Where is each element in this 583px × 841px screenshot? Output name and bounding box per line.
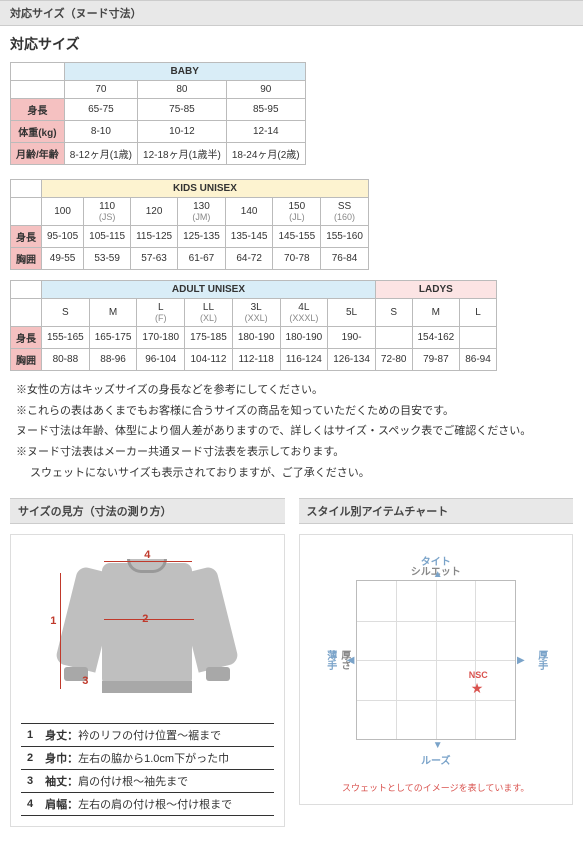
right-column: スタイル別アイテムチャート シルエット タイト ルーズ 厚さ 薄手 厚手 ▲ ▼…	[299, 498, 574, 827]
axis-bottom: ルーズ	[321, 752, 551, 767]
note-line: ※ヌード寸法表はメーカー共通ヌード寸法表を表示しております。	[16, 443, 573, 462]
adult-ladys-table: ADULT UNISEXLADYS S M L(F) LL(XL) 3L(XXL…	[10, 280, 497, 371]
left-column: サイズの見方（寸法の測り方） 1 2 3 4 1身丈：衿のリフの付け位置～裾まで…	[10, 498, 285, 827]
baby-group: BABY	[64, 63, 305, 81]
garment-diagram: 1 2 3 4	[32, 545, 262, 715]
size-section: 対応サイズ BABY 708090 身長65-7575-8585-95 体重(k…	[0, 26, 583, 498]
legend-row: 4肩幅：左右の肩の付け根～付け根まで	[21, 793, 274, 816]
legend-row: 1身丈：衿のリフの付け位置～裾まで	[21, 724, 274, 747]
right-title: スタイル別アイテムチャート	[299, 498, 574, 524]
dim-4: 4	[144, 549, 150, 561]
note-line: ※これらの表はあくまでもお客様に合うサイズの商品を知っていただくための目安です。	[16, 402, 573, 421]
star-icon: ★	[471, 680, 484, 697]
legend-row: 3袖丈：肩の付け根～袖先まで	[21, 770, 274, 793]
kids-group: KIDS UNISEX	[42, 180, 369, 198]
style-chart: シルエット タイト ルーズ 厚さ 薄手 厚手 ▲ ▼ ◀ ▶ NSC ★	[321, 545, 551, 775]
baby-table: BABY 708090 身長65-7575-8585-95 体重(kg)8-10…	[10, 62, 306, 165]
chart-caption: スウェットとしてのイメージを表しています。	[310, 781, 563, 794]
axis-left: 薄手	[323, 650, 338, 670]
axis-top: タイト	[321, 553, 551, 568]
arrow-up-icon: ▲	[433, 569, 443, 580]
measurement-legend: 1身丈：衿のリフの付け位置～裾まで 2身巾：左右の脇から1.0cm下がった巾 3…	[21, 723, 274, 816]
page-header-title: 対応サイズ（ヌード寸法）	[10, 8, 142, 20]
arrow-right-icon: ▶	[517, 655, 525, 666]
arrow-left-icon: ◀	[347, 655, 355, 666]
note-line: ※女性の方はキッズサイズの身長などを参考にしてください。	[16, 381, 573, 400]
legend-row: 2身巾：左右の脇から1.0cm下がった巾	[21, 747, 274, 770]
dim-2: 2	[142, 613, 148, 625]
notes: ※女性の方はキッズサイズの身長などを参考にしてください。 ※これらの表はあくまで…	[10, 381, 573, 482]
note-line: ヌード寸法は年齢、体型により個人差がありますので、詳しくはサイズ・スペック表でご…	[16, 422, 573, 441]
chart-point-label: NSC	[469, 670, 488, 680]
axis-right: 厚手	[534, 650, 549, 670]
kids-table: KIDS UNISEX 100 110(JS) 120 130(JM) 140 …	[10, 179, 369, 270]
dim-3: 3	[82, 675, 88, 687]
note-line: スウェットにないサイズも表示されておりますが、ご了承ください。	[16, 464, 573, 483]
main-heading: 対応サイズ	[10, 34, 573, 54]
dim-1: 1	[50, 615, 56, 627]
left-title: サイズの見方（寸法の測り方）	[10, 498, 285, 524]
arrow-down-icon: ▼	[433, 740, 443, 751]
page-header: 対応サイズ（ヌード寸法）	[0, 0, 583, 26]
